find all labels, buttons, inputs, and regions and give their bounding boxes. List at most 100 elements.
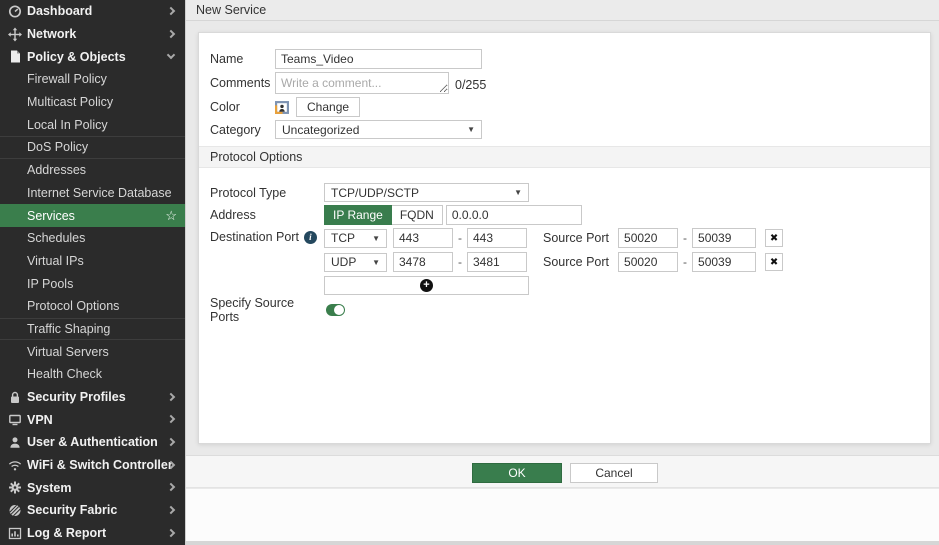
- page-title-bar: New Service: [186, 0, 939, 21]
- form-footer: OK Cancel: [186, 455, 939, 488]
- protocol-type-select[interactable]: TCP/UDP/SCTP ▼: [324, 183, 529, 202]
- sidebar-item-label: Network: [27, 27, 76, 41]
- add-icon: +: [420, 279, 433, 292]
- address-type-ip-range[interactable]: IP Range: [324, 205, 392, 225]
- sidebar-item-label: Protocol Options: [27, 299, 119, 313]
- dest-port-from-input[interactable]: [393, 228, 453, 248]
- sidebar-item-label: Services: [27, 209, 75, 223]
- sidebar-item-label: User & Authentication: [27, 435, 158, 449]
- comments-counter: 0/255: [455, 72, 486, 92]
- protocol-select[interactable]: TCP▼: [324, 229, 387, 248]
- source-port-from-input[interactable]: [618, 252, 678, 272]
- sidebar-item-virtual-servers[interactable]: Virtual Servers: [0, 340, 185, 363]
- caret-down-icon: ▼: [372, 234, 380, 243]
- port-row-udp: UDP ▼ - Source Port - ✖: [324, 252, 783, 272]
- sidebar-item-label: System: [27, 481, 71, 495]
- sidebar-item-security-profiles[interactable]: Security Profiles: [0, 386, 185, 409]
- chevron-right-icon: [167, 506, 175, 514]
- toggle-knob: [334, 305, 344, 315]
- sidebar-item-dashboard[interactable]: Dashboard: [0, 0, 185, 23]
- caret-down-icon: ▼: [467, 125, 475, 134]
- sidebar-item-schedules[interactable]: Schedules: [0, 227, 185, 250]
- sidebar-item-label: Dashboard: [27, 4, 92, 18]
- address-type-fqdn[interactable]: FQDN: [391, 205, 443, 225]
- address-row: Address IP RangeFQDN: [210, 205, 582, 225]
- category-value: Uncategorized: [282, 123, 359, 137]
- protocol-select[interactable]: UDP ▼: [324, 253, 387, 272]
- sidebar-item-label: Health Check: [27, 367, 102, 381]
- dashboard-icon: [7, 4, 22, 19]
- sidebar-item-internet-service-database[interactable]: Internet Service Database: [0, 182, 185, 205]
- chevron-right-icon: [167, 392, 175, 400]
- address-label: Address: [210, 208, 324, 222]
- sidebar-item-multicast-policy[interactable]: Multicast Policy: [0, 91, 185, 114]
- specify-source-ports-row: Specify Source Ports: [210, 296, 345, 324]
- sidebar-item-addresses[interactable]: Addresses: [0, 159, 185, 182]
- policy-objects-icon: [7, 49, 22, 64]
- comments-input[interactable]: [275, 72, 449, 94]
- sidebar-item-traffic-shaping[interactable]: Traffic Shaping: [0, 318, 185, 341]
- specify-source-ports-label: Specify Source Ports: [210, 296, 324, 324]
- protocol-type-label: Protocol Type: [210, 186, 324, 200]
- sidebar-item-ip-pools[interactable]: IP Pools: [0, 272, 185, 295]
- sidebar-item-services[interactable]: Services ☆: [0, 204, 185, 227]
- name-row: Name: [210, 49, 482, 69]
- name-input[interactable]: [275, 49, 482, 69]
- sidebar-item-label: Log & Report: [27, 526, 106, 540]
- range-separator: -: [678, 231, 692, 245]
- sidebar-item-system[interactable]: System: [0, 476, 185, 499]
- category-select[interactable]: Uncategorized ▼: [275, 120, 482, 139]
- dest-port-to-input[interactable]: [467, 252, 527, 272]
- sidebar-item-dos-policy[interactable]: DoS Policy: [0, 136, 185, 159]
- chevron-right-icon: [167, 438, 175, 446]
- port-row-tcp: TCP▼-Source Port-✖: [324, 228, 783, 248]
- ok-button[interactable]: OK: [472, 463, 562, 483]
- sidebar-item-security-fabric[interactable]: Security Fabric: [0, 499, 185, 522]
- sidebar-item-firewall-policy[interactable]: Firewall Policy: [0, 68, 185, 91]
- specify-source-ports-toggle[interactable]: [326, 304, 345, 316]
- cancel-button[interactable]: Cancel: [570, 463, 658, 483]
- color-change-button[interactable]: Change: [296, 97, 360, 117]
- security-profiles-icon: [7, 390, 22, 405]
- source-port-from-input[interactable]: [618, 228, 678, 248]
- sidebar-item-network[interactable]: Network: [0, 23, 185, 46]
- sidebar-item-virtual-ips[interactable]: Virtual IPs: [0, 250, 185, 273]
- source-port-to-input[interactable]: [692, 252, 756, 272]
- delete-x-icon: ✖: [770, 257, 778, 268]
- dest-port-to-input[interactable]: [467, 228, 527, 248]
- sidebar-item-health-check[interactable]: Health Check: [0, 363, 185, 386]
- sidebar-item-protocol-options[interactable]: Protocol Options: [0, 295, 185, 318]
- protocol-value: UDP: [331, 255, 356, 269]
- add-port-row-button[interactable]: +: [324, 276, 529, 295]
- sidebar-item-user-authentication[interactable]: User & Authentication: [0, 431, 185, 454]
- delete-row-button[interactable]: ✖: [765, 253, 783, 271]
- range-separator: -: [678, 255, 692, 269]
- sidebar-item-label: WiFi & Switch Controller: [27, 458, 173, 472]
- sidebar-item-label: Traffic Shaping: [27, 322, 110, 336]
- delete-row-button[interactable]: ✖: [765, 229, 783, 247]
- dest-port-from-input[interactable]: [393, 252, 453, 272]
- sidebar-item-label: IP Pools: [27, 277, 73, 291]
- sidebar-item-local-in-policy[interactable]: Local In Policy: [0, 113, 185, 136]
- caret-down-icon: ▼: [372, 258, 380, 267]
- range-separator: -: [453, 255, 467, 269]
- new-service-form: Name Comments 0/255 Color: [198, 32, 931, 444]
- sidebar-item-vpn[interactable]: VPN: [0, 408, 185, 431]
- sidebar-item-policy-objects[interactable]: Policy & Objects: [0, 45, 185, 68]
- comments-label: Comments: [210, 72, 275, 90]
- sidebar-item-label: Virtual Servers: [27, 345, 109, 359]
- category-row: Category Uncategorized ▼: [210, 120, 482, 139]
- sidebar-item-wifi-switch-controller[interactable]: WiFi & Switch Controller: [0, 454, 185, 477]
- sidebar-item-label: DoS Policy: [27, 140, 88, 154]
- color-swatch-icon: [275, 101, 289, 114]
- sidebar-item-label: Internet Service Database: [27, 186, 172, 200]
- source-port-to-input[interactable]: [692, 228, 756, 248]
- source-port-label: Source Port: [543, 255, 609, 269]
- sidebar-item-label: Schedules: [27, 231, 85, 245]
- sidebar-item-label: Security Fabric: [27, 503, 117, 517]
- sidebar-item-label: VPN: [27, 413, 53, 427]
- sidebar-item-log-report[interactable]: Log & Report: [0, 522, 185, 545]
- favorite-star-icon[interactable]: ☆: [165, 208, 177, 224]
- sidebar-item-label: Multicast Policy: [27, 95, 113, 109]
- address-input[interactable]: [446, 205, 582, 225]
